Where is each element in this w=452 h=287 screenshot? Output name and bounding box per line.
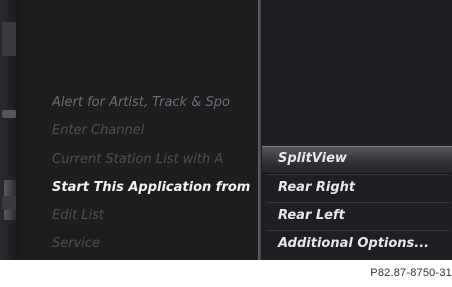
- menu-item-service[interactable]: Service: [52, 236, 258, 251]
- panel-divider: [258, 0, 261, 260]
- bezel-tab: [2, 110, 16, 118]
- menu-item-start-application[interactable]: Start This Application from: [52, 180, 258, 195]
- submenu-divider: [266, 174, 450, 175]
- menu-item-edit-list[interactable]: Edit List: [52, 208, 258, 223]
- submenu-item-additional-options[interactable]: Additional Options...: [278, 236, 429, 251]
- submenu-panel: SplitView Rear Right Rear Left Additiona…: [262, 0, 452, 260]
- submenu-item-rear-left[interactable]: Rear Left: [278, 208, 345, 223]
- menu-item-current-station-list[interactable]: Current Station List with A: [52, 152, 258, 167]
- bezel-tab: [2, 22, 16, 56]
- image-reference-code: P82.87-8750-31: [370, 267, 452, 279]
- bezel-tab: [2, 196, 16, 210]
- left-bezel: [0, 0, 20, 260]
- faded-menu-item: [52, 68, 172, 78]
- submenu-item-splitview[interactable]: SplitView: [278, 151, 347, 166]
- figure-footer: P82.87-8750-31: [0, 260, 452, 287]
- submenu-divider: [266, 202, 450, 203]
- display-screen: Alert for Artist, Track & Spo Enter Chan…: [0, 0, 452, 260]
- submenu-item-rear-right[interactable]: Rear Right: [278, 180, 355, 195]
- submenu-divider: [266, 230, 450, 231]
- main-menu: Alert for Artist, Track & Spo Enter Chan…: [22, 0, 258, 260]
- menu-item-alert[interactable]: Alert for Artist, Track & Spo: [52, 95, 258, 110]
- menu-item-enter-channel[interactable]: Enter Channel: [52, 123, 258, 138]
